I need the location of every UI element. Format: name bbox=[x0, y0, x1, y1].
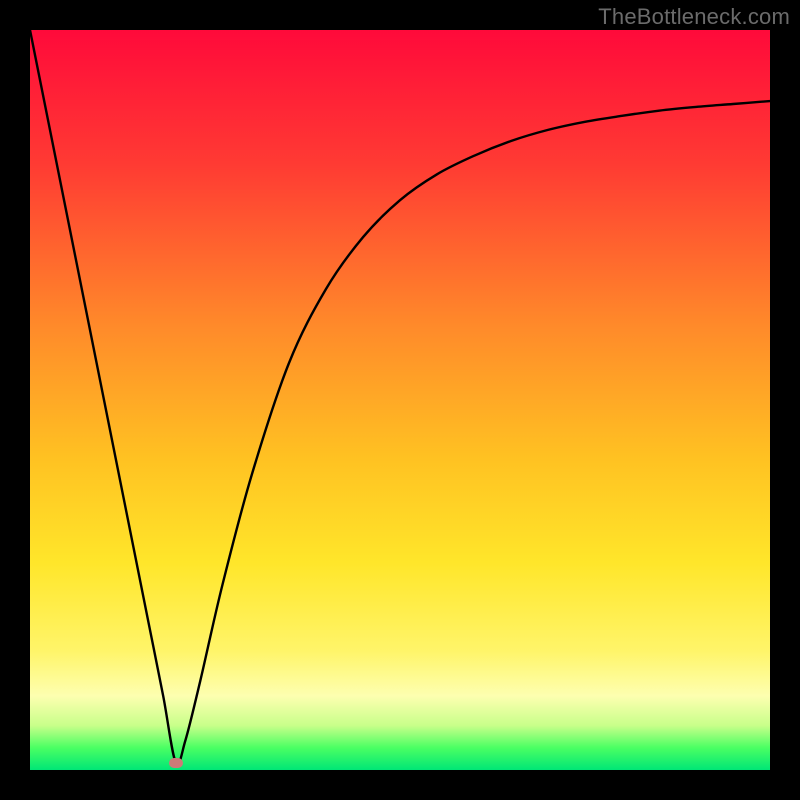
bottleneck-curve bbox=[30, 30, 770, 770]
curve-path bbox=[30, 30, 770, 764]
watermark-text: TheBottleneck.com bbox=[598, 4, 790, 30]
curve-minimum-marker bbox=[169, 758, 183, 768]
plot-area bbox=[30, 30, 770, 770]
chart-frame: TheBottleneck.com bbox=[0, 0, 800, 800]
